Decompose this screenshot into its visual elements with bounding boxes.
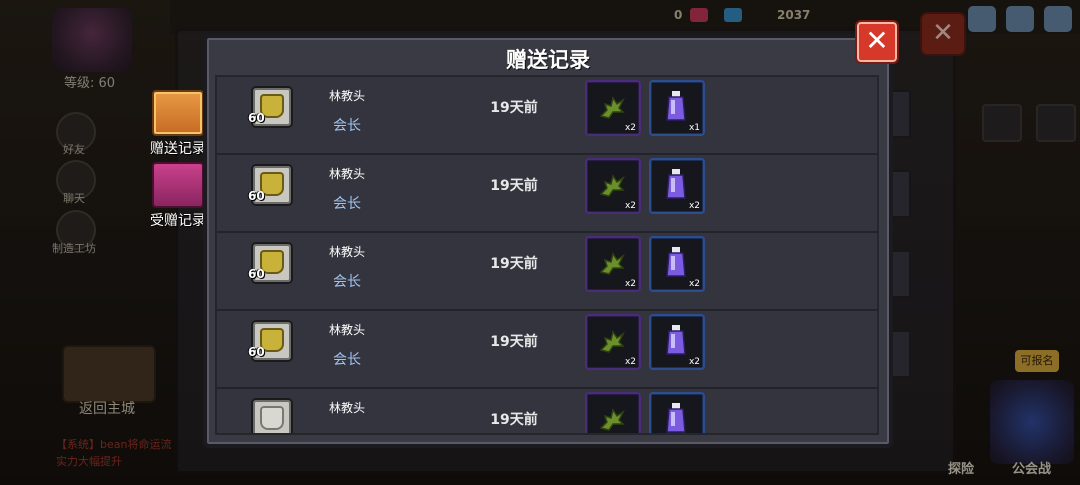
record-row: 60 林教头 会长 19天前 x2 x1 bbox=[217, 77, 877, 155]
gift-slot[interactable]: x2 bbox=[649, 314, 705, 370]
tab-gift-received-label: 受赠记录 bbox=[150, 213, 206, 229]
gift-box-icon bbox=[152, 162, 204, 208]
gift-slot[interactable]: x2 bbox=[585, 236, 641, 292]
giver-name: 林教头 bbox=[328, 323, 365, 337]
item-slot[interactable] bbox=[251, 398, 293, 433]
gift-slot[interactable] bbox=[649, 392, 705, 433]
gift-quantity: x2 bbox=[624, 357, 636, 367]
giver-name: 林教头 bbox=[328, 167, 365, 181]
giver-name: 林教头 bbox=[328, 89, 365, 103]
giver-role: 会长 bbox=[333, 196, 361, 212]
potion-vial-icon bbox=[666, 403, 686, 433]
herb-icon bbox=[599, 96, 625, 119]
close-button[interactable]: ✕ bbox=[855, 20, 899, 64]
dialog-title: 赠送记录 bbox=[506, 48, 590, 72]
record-row: 60 林教头 会长 19天前 x2 x2 bbox=[217, 311, 877, 389]
record-row: 60 林教头 会长 19天前 x2 x2 bbox=[217, 233, 877, 311]
item-level: 60 bbox=[248, 267, 265, 281]
gift-slot[interactable]: x2 bbox=[585, 80, 641, 136]
gift-slot[interactable]: x2 bbox=[585, 158, 641, 214]
record-time: 19天前 bbox=[490, 100, 538, 116]
giver-role: 会长 bbox=[333, 274, 361, 290]
potion-vial-icon bbox=[666, 325, 686, 355]
record-time: 19天前 bbox=[490, 334, 538, 350]
gift-quantity: x2 bbox=[688, 201, 700, 211]
potion-vial-icon bbox=[666, 247, 686, 277]
record-row: 林教头 19天前 bbox=[217, 389, 877, 433]
herb-icon bbox=[599, 330, 625, 353]
giver-name: 林教头 bbox=[328, 245, 365, 259]
item-level: 60 bbox=[248, 111, 265, 125]
gift-box-icon bbox=[152, 90, 204, 136]
giver-role: 会长 bbox=[333, 352, 361, 368]
tab-gift-sent[interactable]: 赠送记录 bbox=[148, 90, 208, 158]
gift-quantity: x2 bbox=[624, 201, 636, 211]
tab-gift-sent-label: 赠送记录 bbox=[150, 141, 206, 157]
armor-icon bbox=[260, 406, 284, 430]
gift-quantity: x1 bbox=[688, 123, 700, 133]
gift-slot[interactable]: x2 bbox=[649, 236, 705, 292]
record-time: 19天前 bbox=[490, 256, 538, 272]
gift-slot[interactable]: x1 bbox=[649, 80, 705, 136]
gift-quantity: x2 bbox=[624, 123, 636, 133]
herb-icon bbox=[599, 174, 625, 197]
gift-slot[interactable] bbox=[585, 392, 641, 433]
gift-quantity: x2 bbox=[688, 357, 700, 367]
giver-name: 林教头 bbox=[328, 401, 365, 415]
tab-gift-received[interactable]: 受赠记录 bbox=[148, 162, 208, 230]
record-row: 60 林教头 会长 19天前 x2 x2 bbox=[217, 155, 877, 233]
item-level: 60 bbox=[248, 189, 265, 203]
gift-quantity: x2 bbox=[688, 279, 700, 289]
potion-vial-icon bbox=[666, 91, 686, 121]
gift-slot[interactable]: x2 bbox=[585, 314, 641, 370]
herb-icon bbox=[599, 252, 625, 275]
herb-icon bbox=[599, 408, 625, 431]
potion-vial-icon bbox=[666, 169, 686, 199]
record-list[interactable]: 60 林教头 会长 19天前 x2 x1 60 林教头 会长 19天前 x2 x… bbox=[215, 75, 879, 435]
gift-slot[interactable]: x2 bbox=[649, 158, 705, 214]
record-time: 19天前 bbox=[490, 412, 538, 428]
gift-quantity: x2 bbox=[624, 279, 636, 289]
item-level: 60 bbox=[248, 345, 265, 359]
giver-role: 会长 bbox=[333, 118, 361, 134]
record-time: 19天前 bbox=[490, 178, 538, 194]
